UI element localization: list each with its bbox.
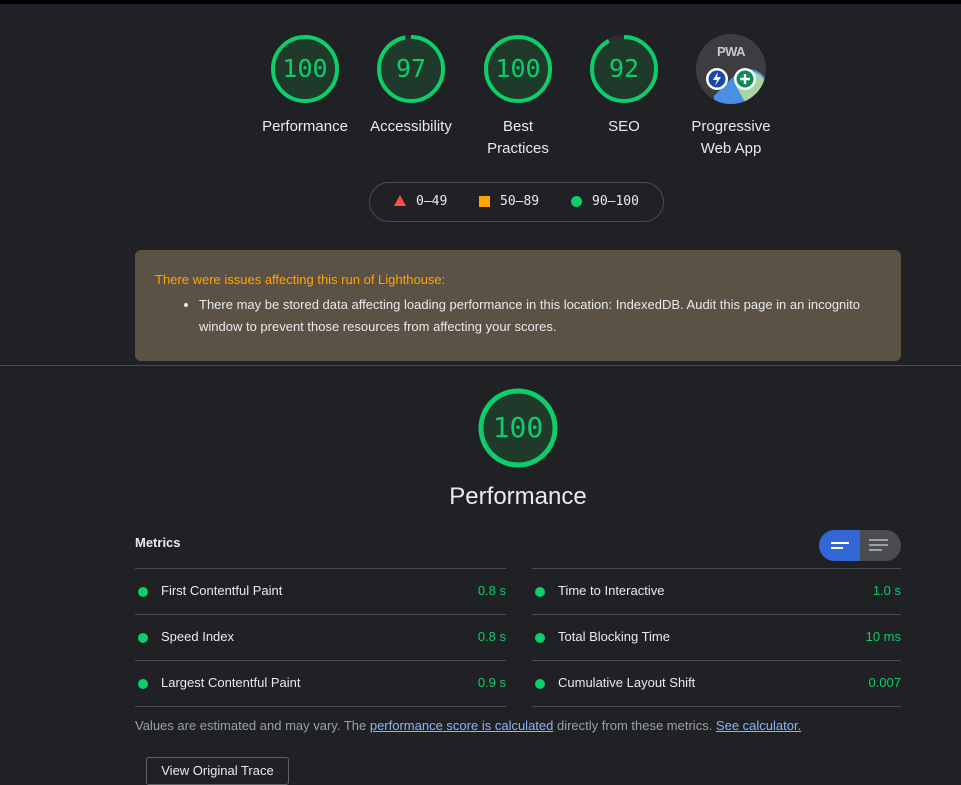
metric-row: Total Blocking Time 10 ms	[532, 614, 901, 660]
metrics-view-toggle[interactable]	[819, 530, 901, 561]
pwa-badge-icon: PWA	[696, 34, 766, 104]
metric-value: 0.007	[868, 675, 901, 690]
metric-name: Speed Index	[161, 629, 235, 644]
summary-view-button[interactable]	[819, 530, 860, 561]
gauge-score: 100	[282, 54, 328, 83]
metric-name: Time to Interactive	[558, 583, 665, 598]
pass-dot-icon	[535, 587, 545, 597]
score-calculated-link[interactable]: performance score is calculated	[370, 718, 554, 733]
gauge-ring: 100	[483, 34, 553, 104]
metrics-column-right: Time to Interactive 1.0 s Total Blocking…	[532, 568, 901, 707]
performance-gauge: 100	[478, 388, 558, 468]
metric-name: Total Blocking Time	[558, 629, 670, 644]
gauge-label: Accessibility	[370, 118, 452, 135]
pass-dot-icon	[535, 679, 545, 689]
warning-item: There may be stored data affecting loadi…	[199, 294, 881, 338]
run-warnings: There were issues affecting this run of …	[135, 250, 901, 361]
warning-title: There were issues affecting this run of …	[155, 272, 446, 287]
metric-row: Cumulative Layout Shift 0.007	[532, 660, 901, 707]
performance-title: Performance	[449, 483, 587, 510]
section-divider	[0, 365, 961, 366]
circle-icon	[571, 196, 582, 207]
gauge-ring: 100	[270, 34, 340, 104]
metric-name: Largest Contentful Paint	[161, 675, 301, 690]
metric-name: Cumulative Layout Shift	[558, 675, 696, 690]
pwa-badge-text: PWA	[716, 44, 746, 59]
view-original-trace-button[interactable]: View Original Trace	[146, 757, 289, 785]
legend-fail: 0–49	[394, 183, 447, 221]
score-legend: 0–49 50–89 90–100	[369, 182, 664, 222]
gauge-score: 97	[395, 54, 427, 83]
gauge-score: 92	[608, 54, 640, 83]
metric-row: Time to Interactive 1.0 s	[532, 568, 901, 614]
metric-row: Largest Contentful Paint 0.9 s	[135, 660, 506, 707]
performance-score: 100	[492, 411, 544, 444]
metric-row: First Contentful Paint 0.8 s	[135, 568, 506, 614]
metrics-note: Values are estimated and may vary. The p…	[135, 718, 802, 733]
square-icon	[479, 196, 490, 207]
gauge-score: 100	[495, 54, 541, 83]
warning-list: There may be stored data affecting loadi…	[155, 294, 881, 338]
pass-dot-icon	[138, 587, 148, 597]
gauge-label: Performance	[262, 118, 348, 135]
metrics-header: Metrics	[135, 535, 181, 550]
pass-dot-icon	[138, 633, 148, 643]
metric-name: First Contentful Paint	[161, 583, 283, 598]
metric-value: 1.0 s	[872, 583, 901, 598]
gauge-ring: 97	[376, 34, 446, 104]
gauge-label: Best Practices	[487, 118, 549, 157]
top-bar	[0, 0, 961, 4]
gauge-ring: 92	[589, 34, 659, 104]
triangle-icon	[394, 195, 406, 206]
pass-dot-icon	[535, 633, 545, 643]
metrics-column-left: First Contentful Paint 0.8 s Speed Index…	[135, 568, 506, 707]
legend-pass: 90–100	[571, 183, 639, 221]
see-calculator-link[interactable]: See calculator.	[716, 718, 801, 733]
legend-average: 50–89	[479, 183, 539, 221]
metric-value: 0.8 s	[477, 629, 506, 644]
metric-row: Speed Index 0.8 s	[135, 614, 506, 660]
metric-value: 0.8 s	[477, 583, 506, 598]
metric-value: 10 ms	[865, 629, 901, 644]
pass-dot-icon	[138, 679, 148, 689]
gauge-label: SEO	[608, 118, 640, 135]
metric-value: 0.9 s	[477, 675, 506, 690]
gauge-label: Progressive Web App	[691, 118, 771, 157]
